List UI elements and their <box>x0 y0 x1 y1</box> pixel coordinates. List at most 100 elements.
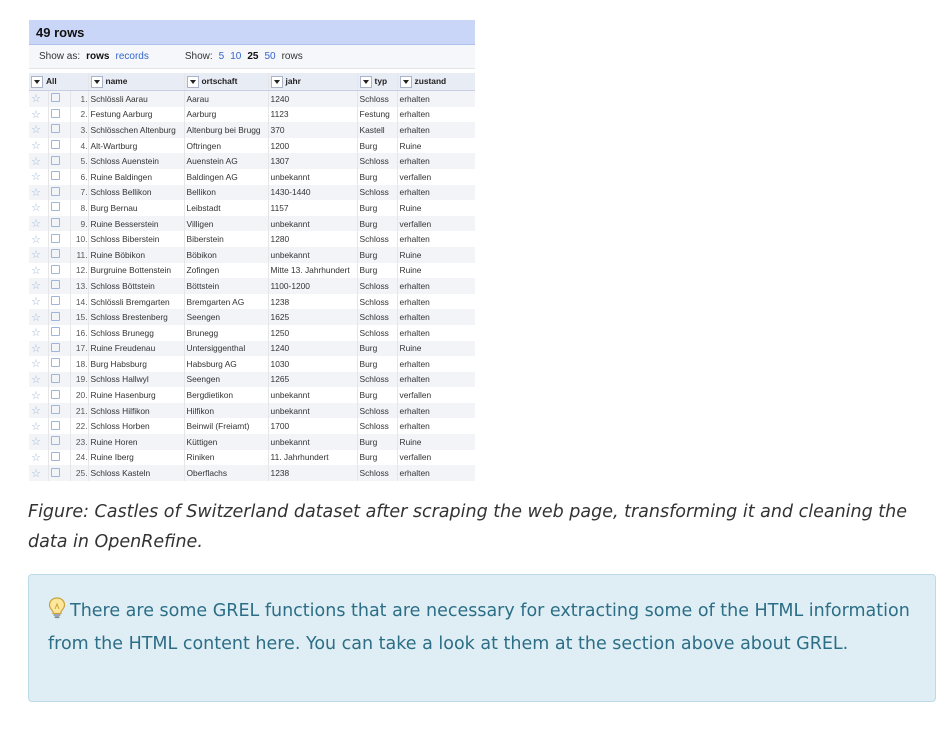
star-cell[interactable]: ☆ <box>29 309 49 325</box>
page-size-50[interactable]: 50 <box>264 51 275 62</box>
star-icon[interactable]: ☆ <box>31 187 41 199</box>
chevron-down-icon[interactable] <box>399 75 412 88</box>
star-icon[interactable]: ☆ <box>31 358 41 370</box>
flag-icon[interactable] <box>50 373 60 383</box>
star-icon[interactable]: ☆ <box>31 156 41 168</box>
flag-icon[interactable] <box>50 327 60 337</box>
star-cell[interactable]: ☆ <box>29 231 49 247</box>
star-cell[interactable]: ☆ <box>29 434 49 450</box>
flag-icon[interactable] <box>50 280 60 290</box>
star-icon[interactable]: ☆ <box>31 234 41 246</box>
star-icon[interactable]: ☆ <box>31 296 41 308</box>
flag-cell[interactable] <box>48 137 71 154</box>
star-icon[interactable]: ☆ <box>31 421 41 433</box>
star-icon[interactable]: ☆ <box>31 436 41 448</box>
star-cell[interactable]: ☆ <box>29 106 49 123</box>
show-as-rows-option[interactable]: rows <box>86 51 109 62</box>
star-cell[interactable]: ☆ <box>29 371 49 388</box>
star-icon[interactable]: ☆ <box>31 390 41 402</box>
flag-cell[interactable] <box>48 122 71 138</box>
star-cell[interactable]: ☆ <box>29 215 49 232</box>
star-icon[interactable]: ☆ <box>31 405 41 417</box>
flag-icon[interactable] <box>50 467 60 477</box>
star-cell[interactable]: ☆ <box>29 387 49 403</box>
column-header-all[interactable]: All <box>29 73 89 91</box>
page-size-10[interactable]: 10 <box>230 51 241 62</box>
star-icon[interactable]: ☆ <box>31 327 41 339</box>
column-header-typ[interactable]: typ <box>357 73 398 91</box>
flag-icon[interactable] <box>50 389 60 399</box>
chevron-down-icon[interactable] <box>31 75 43 88</box>
star-cell[interactable]: ☆ <box>29 402 49 419</box>
flag-icon[interactable] <box>50 358 60 368</box>
star-cell[interactable]: ☆ <box>29 340 49 357</box>
page-size-5[interactable]: 5 <box>219 51 225 62</box>
star-cell[interactable]: ☆ <box>29 278 49 294</box>
flag-cell[interactable] <box>48 262 71 279</box>
flag-cell[interactable] <box>48 449 71 466</box>
flag-cell[interactable] <box>48 309 71 325</box>
flag-icon[interactable] <box>50 93 60 103</box>
star-icon[interactable]: ☆ <box>31 202 41 214</box>
page-size-25[interactable]: 25 <box>247 51 258 62</box>
star-icon[interactable]: ☆ <box>31 140 41 152</box>
flag-cell[interactable] <box>48 387 71 403</box>
show-as-records-option[interactable]: records <box>115 51 148 62</box>
star-icon[interactable]: ☆ <box>31 171 41 183</box>
flag-cell[interactable] <box>48 246 71 263</box>
flag-icon[interactable] <box>50 140 60 150</box>
star-cell[interactable]: ☆ <box>29 418 49 435</box>
flag-icon[interactable] <box>50 436 60 446</box>
star-cell[interactable]: ☆ <box>29 168 49 185</box>
flag-cell[interactable] <box>48 434 71 450</box>
flag-cell[interactable] <box>48 402 71 419</box>
flag-cell[interactable] <box>48 465 71 481</box>
star-cell[interactable]: ☆ <box>29 246 49 263</box>
flag-icon[interactable] <box>50 296 60 306</box>
flag-icon[interactable] <box>50 311 60 321</box>
star-icon[interactable]: ☆ <box>31 280 41 292</box>
star-cell[interactable]: ☆ <box>29 184 49 201</box>
flag-cell[interactable] <box>48 356 71 372</box>
chevron-down-icon[interactable] <box>270 75 283 88</box>
chevron-down-icon[interactable] <box>359 75 372 88</box>
flag-cell[interactable] <box>48 200 71 216</box>
flag-cell[interactable] <box>48 215 71 232</box>
flag-icon[interactable] <box>50 451 60 461</box>
flag-icon[interactable] <box>50 218 60 228</box>
flag-icon[interactable] <box>50 233 60 243</box>
star-cell[interactable]: ☆ <box>29 293 49 310</box>
flag-cell[interactable] <box>48 324 71 341</box>
flag-icon[interactable] <box>50 264 60 274</box>
flag-icon[interactable] <box>50 108 60 118</box>
flag-cell[interactable] <box>48 90 71 107</box>
star-icon[interactable]: ☆ <box>31 312 41 324</box>
star-icon[interactable]: ☆ <box>31 343 41 355</box>
star-icon[interactable]: ☆ <box>31 109 41 121</box>
star-cell[interactable]: ☆ <box>29 324 49 341</box>
flag-cell[interactable] <box>48 184 71 201</box>
star-cell[interactable]: ☆ <box>29 90 49 107</box>
flag-icon[interactable] <box>50 171 60 181</box>
flag-cell[interactable] <box>48 418 71 435</box>
flag-icon[interactable] <box>50 249 60 259</box>
star-icon[interactable]: ☆ <box>31 452 41 464</box>
column-header-zustand[interactable]: zustand <box>397 73 475 91</box>
star-icon[interactable]: ☆ <box>31 374 41 386</box>
star-icon[interactable]: ☆ <box>31 468 41 480</box>
flag-cell[interactable] <box>48 153 71 169</box>
star-icon[interactable]: ☆ <box>31 218 41 230</box>
star-cell[interactable]: ☆ <box>29 449 49 466</box>
star-cell[interactable]: ☆ <box>29 262 49 279</box>
flag-cell[interactable] <box>48 231 71 247</box>
column-header-name[interactable]: name <box>88 73 185 91</box>
column-header-ortschaft[interactable]: ortschaft <box>184 73 269 91</box>
flag-icon[interactable] <box>50 155 60 165</box>
star-icon[interactable]: ☆ <box>31 249 41 261</box>
flag-cell[interactable] <box>48 340 71 357</box>
star-cell[interactable]: ☆ <box>29 200 49 216</box>
flag-icon[interactable] <box>50 186 60 196</box>
flag-icon[interactable] <box>50 405 60 415</box>
star-cell[interactable]: ☆ <box>29 153 49 169</box>
column-header-jahr[interactable]: jahr <box>268 73 358 91</box>
